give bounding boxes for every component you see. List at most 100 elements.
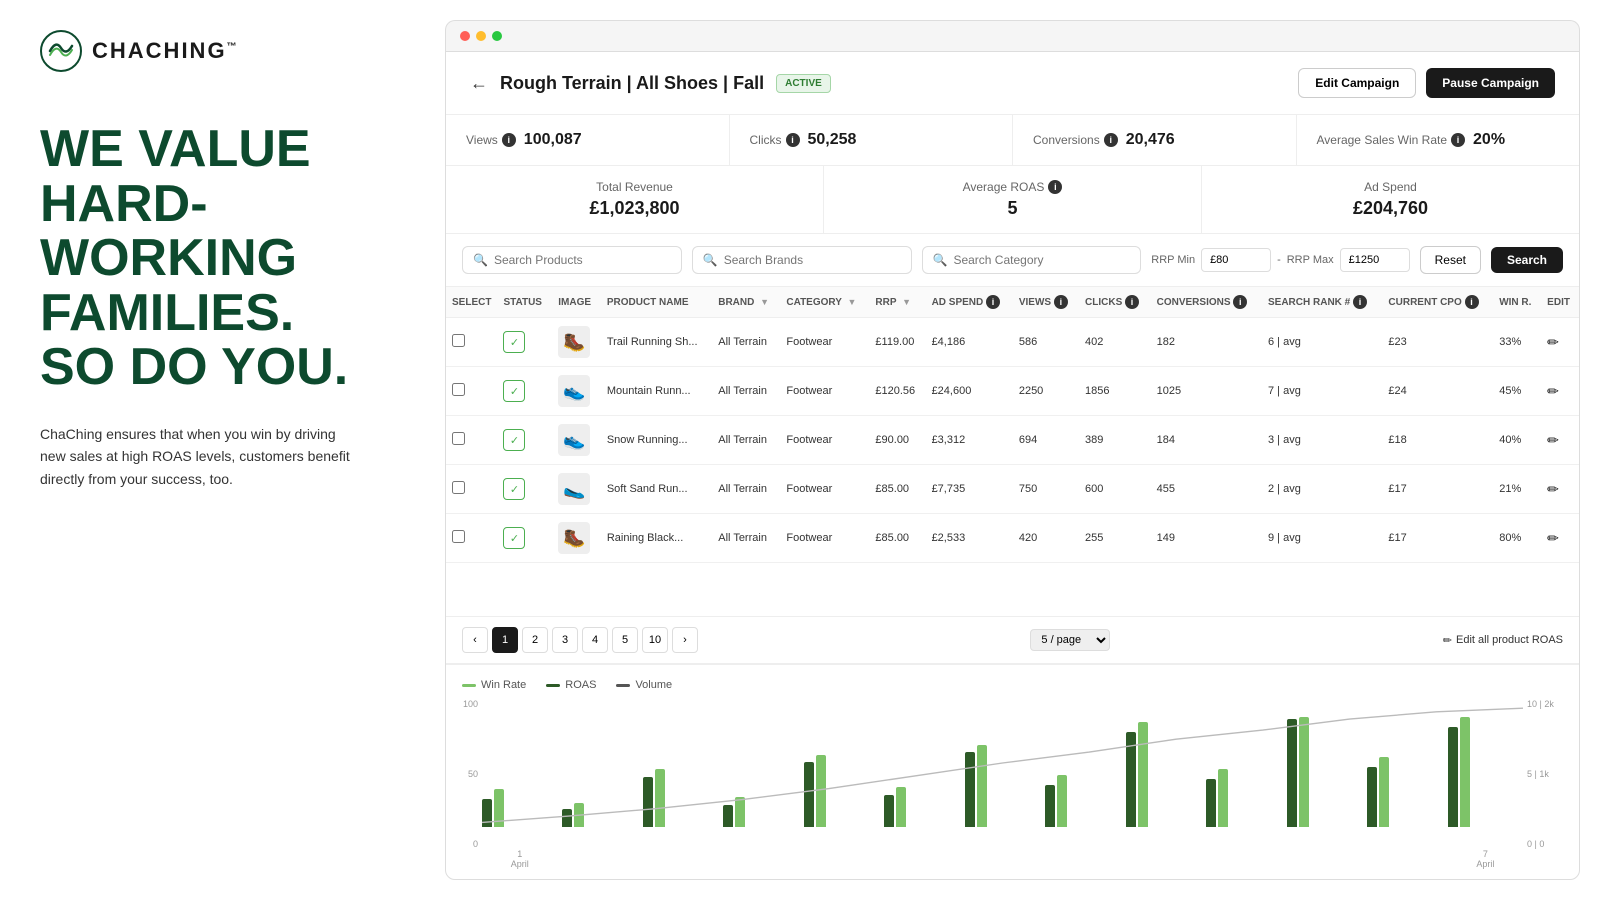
- category-cell: Footwear: [780, 465, 869, 514]
- revenue-roas-value: 5: [844, 198, 1181, 219]
- page-next-button[interactable]: ›: [672, 627, 698, 653]
- page-2-button[interactable]: 2: [522, 627, 548, 653]
- y-right-mid: 5 | 1k: [1527, 769, 1563, 779]
- win-rate-cell: 45%: [1493, 367, 1541, 416]
- product-table: SELECT STATUS IMAGE PRODUCT NAME BRAND ▼…: [446, 287, 1579, 563]
- legend-volume: Volume: [616, 679, 672, 691]
- search-category-input[interactable]: [953, 253, 1130, 267]
- page-5-button[interactable]: 5: [612, 627, 638, 653]
- page-more-button[interactable]: 10: [642, 627, 668, 653]
- views-cell: 586: [1013, 318, 1079, 367]
- table-row: ✓ 🥿 Soft Sand Run... All Terrain Footwea…: [446, 465, 1579, 514]
- campaign-title: Rough Terrain | All Shoes | Fall: [500, 73, 764, 94]
- search-rank-cell: 6 | avg: [1262, 318, 1382, 367]
- status-check: ✓: [503, 478, 525, 500]
- clicks-info-icon[interactable]: i: [786, 133, 800, 147]
- maximize-dot[interactable]: [492, 31, 502, 41]
- brand-cell: All Terrain: [712, 318, 780, 367]
- edit-row-button[interactable]: ✏: [1547, 383, 1559, 400]
- category-cell: Footwear: [780, 367, 869, 416]
- conversions-cell: 455: [1151, 465, 1262, 514]
- reset-button[interactable]: Reset: [1420, 246, 1481, 274]
- metric-win-rate: Average Sales Win Rate i 20%: [1297, 115, 1580, 165]
- edit-cell: ✏: [1541, 465, 1579, 514]
- table-body: ✓ 🥾 Trail Running Sh... All Terrain Foot…: [446, 318, 1579, 563]
- search-button[interactable]: Search: [1491, 247, 1563, 273]
- browser-chrome: [445, 20, 1580, 51]
- row-checkbox[interactable]: [452, 432, 465, 445]
- status-check: ✓: [503, 380, 525, 402]
- metric-clicks: Clicks i 50,258: [730, 115, 1014, 165]
- legend-roas: ROAS: [546, 679, 596, 691]
- per-page-dropdown[interactable]: 5 / page 10 / page 20 / page: [1030, 629, 1110, 651]
- line-chart-path: [482, 708, 1523, 822]
- clicks-value: 50,258: [808, 131, 857, 149]
- image-cell: 👟: [552, 367, 601, 416]
- page-3-button[interactable]: 3: [552, 627, 578, 653]
- back-button[interactable]: ←: [470, 73, 488, 94]
- edit-row-button[interactable]: ✏: [1547, 334, 1559, 351]
- rrp-group: RRP Min - RRP Max: [1151, 248, 1409, 272]
- close-dot[interactable]: [460, 31, 470, 41]
- pause-campaign-button[interactable]: Pause Campaign: [1426, 68, 1555, 98]
- edit-all-roas-button[interactable]: ✏ Edit all product ROAS: [1443, 634, 1563, 647]
- page-4-button[interactable]: 4: [582, 627, 608, 653]
- sub-text: ChaChing ensures that when you win by dr…: [40, 423, 360, 490]
- current-cpo-cell: £24: [1382, 367, 1493, 416]
- search-brands-input[interactable]: [724, 253, 901, 267]
- conversions-info-icon[interactable]: i: [1104, 133, 1118, 147]
- metrics-row: Views i 100,087 Clicks i 50,258 Conversi…: [446, 115, 1579, 166]
- page-prev-button[interactable]: ‹: [462, 627, 488, 653]
- win-rate-info-icon[interactable]: i: [1451, 133, 1465, 147]
- ad-spend-cell: £3,312: [926, 416, 1013, 465]
- revenue-roas-label: Average ROAS i: [844, 180, 1181, 194]
- revenue-adspend: Ad Spend £204,760: [1202, 166, 1579, 233]
- pagination-buttons: ‹ 1 2 3 4 5 10 ›: [462, 627, 698, 653]
- status-badge: ACTIVE: [776, 74, 831, 93]
- rrp-cell: £85.00: [869, 514, 925, 563]
- x-label-1: 1April: [482, 849, 557, 869]
- page-1-button[interactable]: 1: [492, 627, 518, 653]
- col-category: CATEGORY ▼: [780, 287, 869, 318]
- brand-cell: All Terrain: [712, 514, 780, 563]
- edit-row-button[interactable]: ✏: [1547, 481, 1559, 498]
- edit-cell: ✏: [1541, 367, 1579, 416]
- col-rrp: RRP ▼: [869, 287, 925, 318]
- category-cell: Footwear: [780, 416, 869, 465]
- col-win-rate: WIN R.: [1493, 287, 1541, 318]
- roas-info-icon[interactable]: i: [1048, 180, 1062, 194]
- rrp-cell: £119.00: [869, 318, 925, 367]
- search-products-input[interactable]: [494, 253, 671, 267]
- row-checkbox[interactable]: [452, 334, 465, 347]
- views-info-icon[interactable]: i: [502, 133, 516, 147]
- x-label-7: [965, 849, 1040, 869]
- edit-row-button[interactable]: ✏: [1547, 432, 1559, 449]
- brand-cell: All Terrain: [712, 367, 780, 416]
- ad-spend-cell: £4,186: [926, 318, 1013, 367]
- search-products-icon: 🔍: [473, 253, 488, 267]
- row-checkbox[interactable]: [452, 383, 465, 396]
- row-checkbox[interactable]: [452, 530, 465, 543]
- image-cell: 🥿: [552, 465, 601, 514]
- select-cell: [446, 465, 497, 514]
- x-label-4: [723, 849, 798, 869]
- image-cell: 🥾: [552, 318, 601, 367]
- col-edit: EDIT: [1541, 287, 1579, 318]
- clicks-label: Clicks i: [750, 133, 800, 147]
- row-checkbox[interactable]: [452, 481, 465, 494]
- minimize-dot[interactable]: [476, 31, 486, 41]
- data-table-wrapper: SELECT STATUS IMAGE PRODUCT NAME BRAND ▼…: [446, 287, 1579, 616]
- rrp-separator: -: [1277, 254, 1281, 266]
- campaign-header: ← Rough Terrain | All Shoes | Fall ACTIV…: [446, 52, 1579, 115]
- rrp-max-input[interactable]: [1340, 248, 1410, 272]
- product-name-cell: Mountain Runn...: [601, 367, 712, 416]
- rrp-min-input[interactable]: [1201, 248, 1271, 272]
- search-rank-cell: 9 | avg: [1262, 514, 1382, 563]
- edit-campaign-button[interactable]: Edit Campaign: [1298, 68, 1416, 98]
- roas-legend-dot: [546, 684, 560, 687]
- edit-row-button[interactable]: ✏: [1547, 530, 1559, 547]
- conversions-label: Conversions i: [1033, 133, 1118, 147]
- y-right-top: 10 | 2k: [1527, 699, 1563, 709]
- pagination-row: ‹ 1 2 3 4 5 10 › 5 / page 10 / page 20 /…: [446, 616, 1579, 664]
- product-name-cell: Snow Running...: [601, 416, 712, 465]
